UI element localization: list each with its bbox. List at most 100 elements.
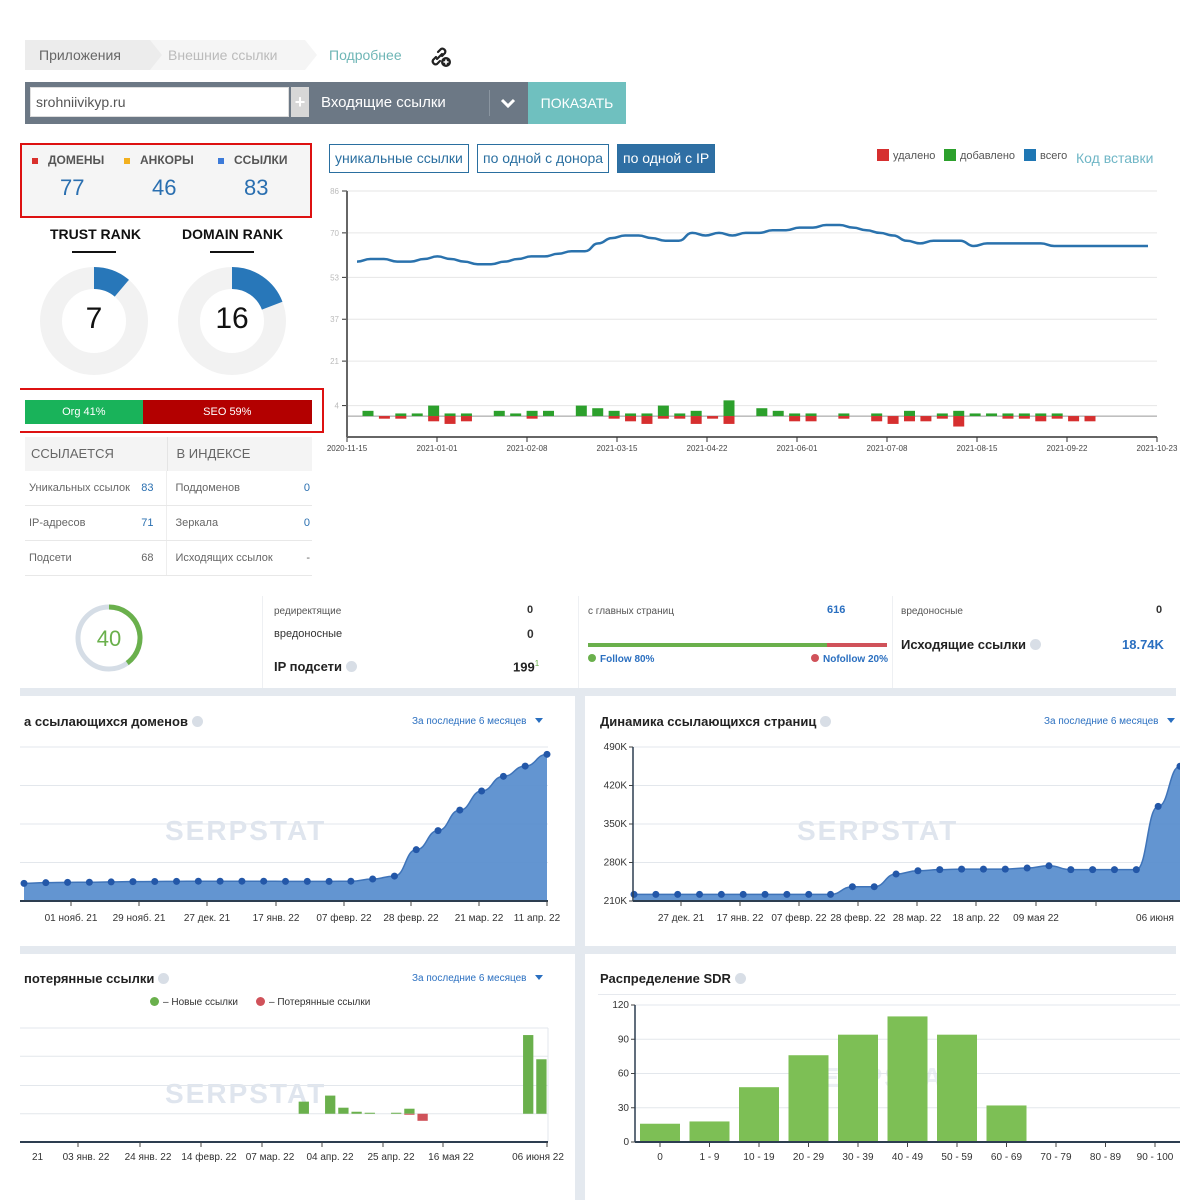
legend-label: добавлено (960, 150, 1016, 162)
title-text: Динамика ссылающихся страниц (600, 714, 817, 729)
row-value[interactable]: 0 (304, 506, 310, 541)
data-point (282, 877, 289, 885)
anchors-count[interactable]: 46 (152, 175, 176, 201)
stat-anchors-label: АНКОРЫ (124, 153, 194, 167)
period-select[interactable]: За последние 6 месяцев (412, 973, 543, 984)
y-tick-label: 30 (618, 1103, 630, 1114)
data-point (1001, 865, 1009, 873)
added-bar (674, 413, 686, 417)
x-tick-label: 10 - 19 (743, 1152, 775, 1163)
table-row: Уникальных ссылок 83 Поддоменов 0 (25, 471, 312, 506)
x-tick-label: 80 - 89 (1090, 1152, 1122, 1163)
added-bar (657, 405, 669, 417)
x-tick-label: 28 мар. 22 (893, 913, 942, 924)
org-segment: Org 41% (25, 400, 143, 424)
malicious-right-label: вредоносные (901, 606, 963, 617)
traffic-split-box: Org 41% SEO 59% (20, 388, 324, 433)
row-value[interactable]: 83 (141, 471, 153, 506)
domain-input[interactable] (30, 87, 289, 117)
outgoing-links-label: Исходящие ссылки (901, 637, 1042, 652)
legend-removed[interactable]: удалено (877, 149, 935, 162)
stat-links-label: ССЫЛКИ (218, 153, 287, 167)
links-type-select[interactable]: Входящие ссылки (321, 82, 446, 124)
removed-bar (936, 416, 948, 419)
legend-added[interactable]: добавлено (944, 149, 1015, 162)
tab-one-per-ip[interactable]: по одной с IP (617, 144, 716, 173)
follow-legend: Follow 80% (588, 654, 654, 665)
added-bar (1035, 413, 1047, 417)
data-point (194, 877, 202, 885)
data-point (1023, 864, 1031, 872)
data-point (783, 890, 791, 898)
info-icon[interactable] (158, 973, 170, 984)
tab-one-per-donor[interactable]: по одной с донора (477, 144, 610, 173)
tab-unique-links[interactable]: уникальные ссылки (329, 144, 469, 173)
x-tick-label: 50 - 59 (941, 1152, 973, 1163)
added-bar (723, 400, 735, 417)
info-icon[interactable] (820, 716, 832, 727)
data-point (521, 762, 529, 770)
period-select[interactable]: За последние 6 месяцев (412, 716, 543, 727)
value-text: 199 (513, 659, 535, 675)
new-links-bar (364, 1112, 375, 1114)
domain-rank-title: DOMAIN RANK (182, 226, 284, 242)
link-add-icon[interactable] (427, 43, 453, 69)
embed-code-link[interactable]: Код вставки (1076, 150, 1153, 166)
domain-rank-value: 16 (215, 302, 249, 335)
y-tick-label: 21 (330, 357, 339, 366)
removed-bar (871, 416, 883, 422)
legend-new-links[interactable]: – Новые ссылки (150, 997, 238, 1008)
more-link[interactable]: Подробнее (329, 40, 402, 70)
removed-bar (920, 416, 932, 422)
legend-total[interactable]: всего (1024, 149, 1067, 162)
row-value[interactable]: 71 (141, 506, 153, 541)
section-separator (20, 688, 1176, 696)
period-select[interactable]: За последние 6 месяцев (1044, 716, 1175, 727)
x-tick-label: 40 - 49 (892, 1152, 924, 1163)
y-tick-label: 86 (330, 187, 339, 196)
row-value[interactable]: 0 (304, 471, 310, 506)
y-tick-label: 53 (330, 273, 339, 282)
chevron-down-icon[interactable] (499, 94, 517, 112)
row-label: Поддоменов (175, 482, 240, 494)
info-icon[interactable] (1030, 639, 1042, 650)
table-row: Подсети 68 Исходящих ссылок - (25, 541, 312, 576)
data-point (827, 890, 835, 898)
row-value: 68 (141, 552, 154, 564)
info-icon[interactable] (191, 716, 203, 727)
legend-label: Потерянные ссылки (277, 997, 371, 1008)
period-label: За последние 6 месяцев (1044, 716, 1159, 727)
new-links-bar (338, 1107, 349, 1114)
info-icon[interactable] (734, 973, 746, 984)
pages-dynamics-chart: 210K 280K 350K 420K 490K 27 дек. 21 17 янв. 22… (604, 742, 1180, 924)
data-point (848, 883, 856, 891)
stat-label: АНКОРЫ (140, 153, 194, 167)
add-domain-button[interactable]: + (291, 87, 309, 117)
x-tick-label: 2021-07-08 (867, 444, 908, 453)
x-tick-label: 16 мая 22 (428, 1152, 474, 1163)
sdr-bar (887, 1016, 928, 1142)
info-icon[interactable] (346, 661, 358, 672)
links-count[interactable]: 83 (244, 175, 268, 201)
outgoing-links-value[interactable]: 18.74K (1122, 637, 1164, 652)
breadcrumb-item-apps[interactable]: Приложения (25, 40, 162, 70)
trust-rank-underline (72, 251, 116, 253)
show-button[interactable]: ПОКАЗАТЬ (528, 82, 626, 124)
sdr-title: Распределение SDR (600, 971, 746, 986)
removed-bar (953, 416, 965, 427)
data-point (129, 878, 137, 886)
x-tick-label: 2021-04-22 (687, 444, 728, 453)
new-lost-links-chart: 21 03 янв. 22 24 янв. 22 14 февр. 22 07 мар.… (20, 1027, 564, 1163)
x-tick-label: 2021-02-08 (507, 444, 548, 453)
sdr-bar (986, 1105, 1027, 1142)
header-referring: ССЫЛАЕТСЯ (31, 446, 114, 461)
data-point (543, 750, 551, 758)
breadcrumb-item-external-links[interactable]: Внешние ссылки (150, 40, 317, 70)
domains-count[interactable]: 77 (60, 175, 84, 201)
score-gauge: 40 (75, 604, 143, 672)
caret-down-icon (1166, 718, 1175, 723)
ip-subnets-delta: 1 (534, 659, 540, 668)
legend-lost-links[interactable]: – Потерянные ссылки (256, 997, 370, 1008)
added-bar (444, 413, 456, 417)
added-bar (756, 408, 768, 417)
